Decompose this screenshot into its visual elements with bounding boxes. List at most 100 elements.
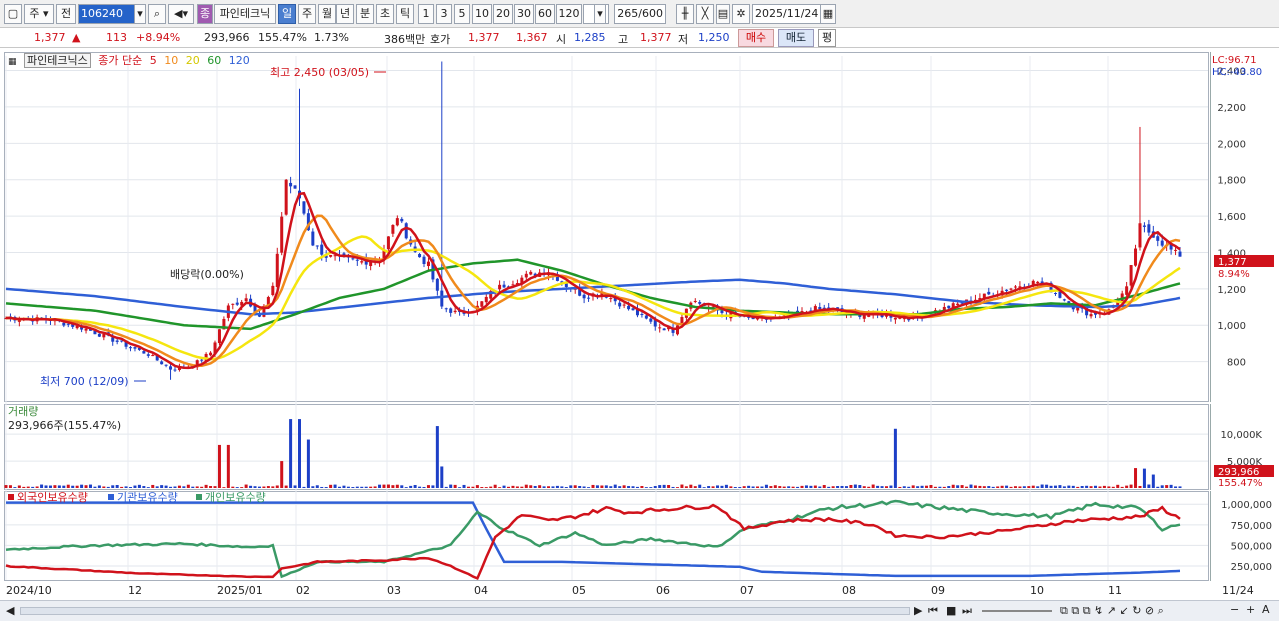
horizontal-scrollbar[interactable] [20,607,910,615]
volume-bar [93,486,97,488]
volume-bar [996,486,1000,488]
volume-bar [716,485,720,488]
candle-body [320,244,324,255]
volume-bar [738,487,742,488]
volume-bar [524,484,528,488]
volume-bar [929,485,933,488]
candle-body [818,307,822,309]
volume-bar [920,485,924,488]
volume-bar [1040,484,1044,488]
last-price-label: 1,377 [1218,257,1247,268]
candle-body [160,361,164,365]
volume-bar [155,486,159,488]
volume-bar [315,485,319,488]
volume-bar [449,484,453,488]
x-axis-label: 04 [474,584,488,597]
volume-bar [635,486,639,488]
candle-body [449,308,453,313]
volume-bar [951,484,955,488]
volume-bar [542,486,546,488]
volume-bar [844,486,848,488]
scroll-right-icon[interactable]: ▶ [914,604,922,617]
last-page-icon[interactable]: ⏭ [962,604,972,618]
volume-bar [764,484,768,488]
volume-bar [631,486,635,488]
volume-bar [35,486,39,488]
volume-bar [529,485,533,488]
candle-body [133,347,137,349]
volume-bar [653,486,657,488]
candle-body [386,236,390,250]
volume-bar [373,486,377,488]
candle-body [1174,249,1178,251]
zoom-in-icon[interactable]: + [1246,603,1255,616]
volume-bars [4,419,1182,488]
candle-body [418,254,422,258]
scroll-left-icon[interactable]: ◀ [6,604,14,617]
volume-bar [200,486,204,488]
candle-body [609,298,613,300]
candle-body [164,364,168,366]
candle-body [209,352,213,356]
candle-body [62,322,66,326]
volume-bar [311,486,315,488]
candle-body [173,369,177,371]
volume-bar [698,484,702,488]
price-tick-label: 2,000 [1217,139,1246,150]
volume-bar [809,485,813,488]
candle-body [1036,281,1040,284]
candle-body [355,259,359,261]
stock-legend-name[interactable]: 파인테크닉스 [24,53,91,68]
candle-body [289,182,293,187]
price-tick-label: 1,600 [1217,212,1246,223]
first-page-icon[interactable]: ⏮ [928,604,938,618]
volume-bar [1085,485,1089,488]
candle-body [404,223,408,239]
volume-bar [827,486,831,488]
zoom-out-icon[interactable]: − [1230,603,1239,616]
zoom-slider[interactable] [982,610,1052,612]
volume-bar [707,486,711,488]
x-axis-label: 2024/10 [6,584,52,597]
volume-bar [871,484,875,488]
volume-bar [720,485,724,488]
grid-icon[interactable]: ▦ [8,57,17,67]
volume-bar [760,486,764,488]
volume-bar [440,466,444,488]
volume-bar [973,485,977,488]
candle-body [524,273,528,278]
candle-body [1129,265,1133,286]
candle-body [1062,299,1066,301]
volume-bar [209,486,213,488]
ma60-label: 60 [207,54,222,67]
volume-bar [609,486,613,488]
volume-bar [911,485,915,488]
volume-bar [1129,484,1133,488]
volume-bar [413,484,417,488]
candle-body [1009,288,1013,290]
auto-scale-icon[interactable]: A [1262,603,1270,616]
candle-body [1178,251,1182,257]
candle-body [644,315,648,319]
volume-bar [1067,485,1071,488]
x-axis-label: 08 [842,584,856,597]
volume-bar [711,486,715,488]
tool-icons[interactable]: ⧉ ⧉ ⧉ ↯ ↗ ↙ ↻ ⊘ ⌕ [1060,604,1164,618]
volume-bar [867,486,871,488]
stop-icon[interactable]: ■ [946,604,956,617]
candle-body [893,317,897,320]
candle-body [351,258,355,260]
volume-bar [1169,484,1173,488]
volume-bar [729,486,733,488]
volume-bar [942,486,946,488]
candle-body [453,310,457,313]
candle-body [422,256,426,264]
volume-bar [991,486,995,488]
holdings-tick-label: 250,000 [1231,562,1272,573]
volume-bar [538,485,542,488]
candle-body [640,314,644,316]
volume-bar [925,485,929,488]
volume-bar [684,486,688,488]
candle-body [1160,240,1164,246]
volume-bar [80,484,84,488]
